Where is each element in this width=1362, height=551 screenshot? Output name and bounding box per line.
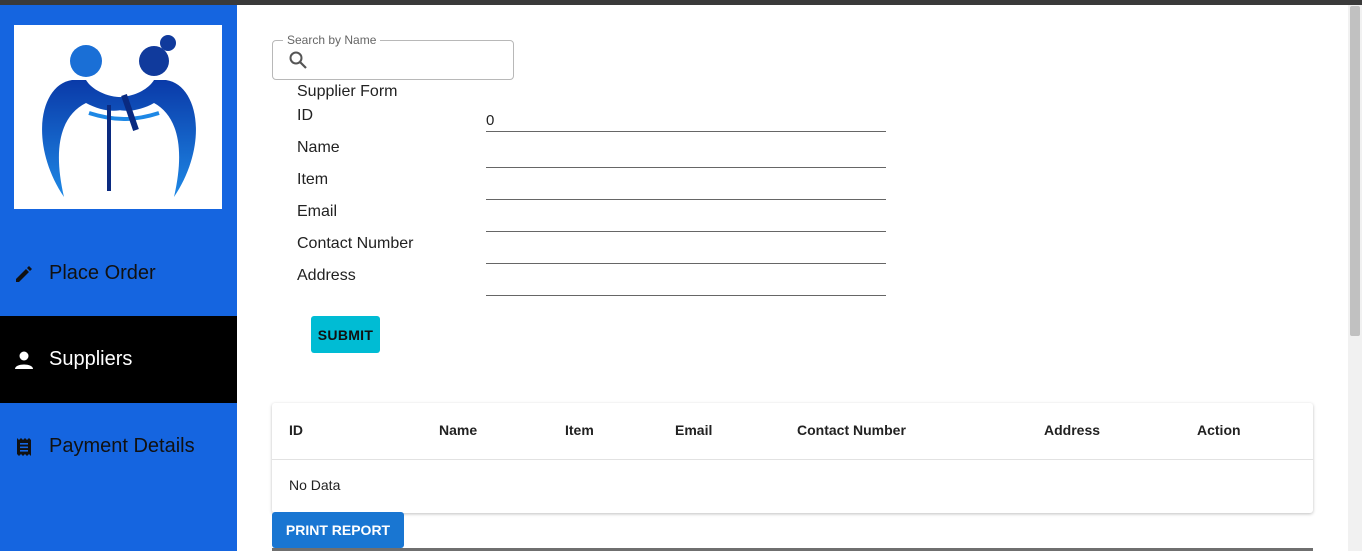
column-header-contact-number[interactable]: Contact Number	[797, 422, 906, 438]
sidebar-item-place-order[interactable]: Place Order	[0, 230, 237, 317]
person-icon	[13, 349, 35, 371]
email-field[interactable]	[486, 209, 886, 232]
sidebar-item-suppliers[interactable]: Suppliers	[0, 316, 237, 403]
column-header-item[interactable]: Item	[565, 422, 594, 438]
address-label: Address	[297, 267, 356, 284]
header-divider	[272, 459, 1313, 460]
pencil-icon	[13, 263, 35, 285]
contact-number-field[interactable]	[486, 241, 886, 264]
column-header-email[interactable]: Email	[675, 422, 712, 438]
receipt-icon	[13, 436, 35, 458]
column-header-name[interactable]: Name	[439, 422, 477, 438]
address-field[interactable]	[486, 273, 886, 296]
sidebar-item-label: Suppliers	[49, 348, 133, 370]
main-content: Search by Name Supplier Form ID Name Ite…	[237, 5, 1347, 551]
sidebar-item-payment-details[interactable]: Payment Details	[0, 403, 237, 490]
column-header-id[interactable]: ID	[289, 422, 303, 438]
id-label: ID	[297, 107, 313, 124]
column-header-address[interactable]: Address	[1044, 422, 1100, 438]
form-title: Supplier Form	[297, 83, 398, 100]
print-report-button[interactable]: PRINT REPORT	[272, 512, 404, 548]
item-field[interactable]	[486, 177, 886, 200]
search-icon	[288, 50, 308, 70]
empty-state-text: No Data	[289, 477, 341, 493]
search-field[interactable]: Search by Name	[272, 33, 514, 80]
name-label: Name	[297, 139, 340, 156]
suppliers-table: ID Name Item Email Contact Number Addres…	[272, 403, 1313, 513]
sidebar: Place Order Suppliers Payment Details	[0, 5, 237, 551]
search-label: Search by Name	[283, 33, 381, 47]
logo	[14, 25, 222, 209]
logo-icon	[42, 35, 196, 197]
scrollbar-thumb[interactable]	[1350, 6, 1360, 336]
column-header-action[interactable]: Action	[1197, 422, 1241, 438]
email-label: Email	[297, 203, 338, 220]
contact-number-label: Contact Number	[297, 235, 414, 252]
submit-button[interactable]: SUBMIT	[311, 316, 380, 353]
sidebar-item-label: Place Order	[49, 262, 156, 284]
item-label: Item	[297, 171, 329, 188]
sidebar-item-label: Payment Details	[49, 435, 195, 457]
id-field[interactable]	[486, 109, 886, 132]
name-field[interactable]	[486, 145, 886, 168]
